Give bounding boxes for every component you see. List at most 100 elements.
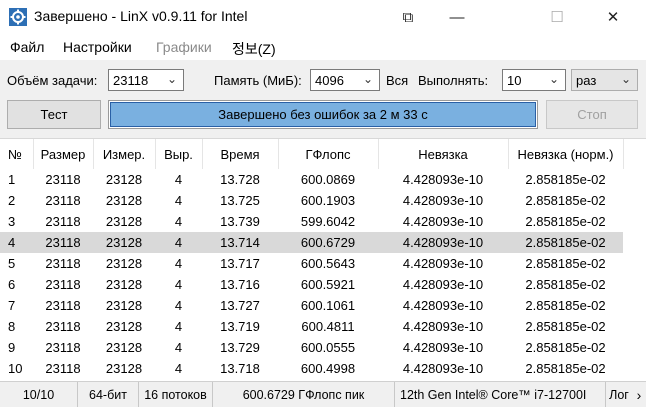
memory-label: Память (МиБ):: [214, 73, 302, 88]
col-residual-cell: 4.428093e-10: [402, 193, 484, 208]
col-residual-norm-cell: 2.858185e-02: [525, 361, 606, 376]
close-button[interactable]: ✕: [590, 0, 636, 34]
col-residual-norm-header[interactable]: Невязка (норм.): [508, 139, 624, 169]
status-runs: 10/10: [0, 382, 78, 407]
table-row[interactable]: 8 23118 23128 4 13.719 600.4811 4.428093e-10 2.…: [0, 316, 623, 337]
menu-graphs[interactable]: Графики: [156, 39, 212, 55]
col-dimension-cell: 23128: [105, 172, 143, 187]
col-gflops-cell: 599.6042: [300, 214, 356, 229]
chevron-down-icon: ⌄: [362, 72, 373, 86]
app-gear-icon: [9, 8, 27, 26]
col-gflops-cell: 600.5921: [300, 277, 356, 292]
problem-size-value: 23118: [113, 73, 149, 88]
col-time-cell: 13.728: [220, 172, 260, 187]
col-dimension-cell: 23128: [105, 298, 143, 313]
col-gflops-cell: 600.0555: [300, 340, 356, 355]
table-row[interactable]: 6 23118 23128 4 13.716 600.5921 4.428093e-10 2.…: [0, 274, 623, 295]
col-gflops-cell: 600.0869: [300, 172, 356, 187]
run-unit-value: раз: [576, 73, 597, 88]
col-alignment-cell: 4: [174, 277, 183, 292]
col-size-cell: 23118: [45, 340, 81, 355]
memory-value: 4096: [315, 73, 344, 88]
col-time-cell: 13.729: [220, 340, 260, 355]
col-alignment-cell: 4: [155, 232, 202, 253]
col-size-cell: 23118: [45, 193, 81, 208]
col-time-cell: 13.714: [202, 232, 278, 253]
col-dimension-cell: 23128: [105, 361, 143, 376]
col-alignment-cell: 4: [174, 361, 183, 376]
col-dimension-cell: 23128: [105, 256, 143, 271]
col-size-header[interactable]: Размер: [33, 139, 94, 169]
col-dimension-cell: 23128: [105, 340, 143, 355]
col-dimension-cell: 23128: [105, 319, 143, 334]
col-alignment-cell: 4: [174, 319, 183, 334]
col-residual-norm-cell: 2.858185e-02: [525, 319, 606, 334]
menu-info[interactable]: 정보(Z): [232, 39, 276, 59]
problem-size-combo[interactable]: 23118 ⌄: [108, 69, 184, 91]
status-cpu: 12th Gen Intel® Core™ i7-12700I: [395, 382, 606, 407]
menu-file[interactable]: Файл: [10, 39, 44, 55]
col-alignment-header[interactable]: Выр.: [155, 139, 203, 169]
col-size-cell: 23118: [45, 256, 81, 271]
table-row[interactable]: 2 23118 23128 4 13.725 600.1903 4.428093e-10 2.…: [0, 190, 623, 211]
table-row[interactable]: 5 23118 23128 4 13.717 600.5643 4.428093e-10 2.…: [0, 253, 623, 274]
col-residual-norm-cell: 2.858185e-02: [525, 298, 606, 313]
pin-window-icon[interactable]: ⧉: [382, 0, 434, 34]
col-number-header[interactable]: №: [0, 139, 34, 169]
col-size-cell: 23118: [45, 361, 81, 376]
menu-settings[interactable]: Настройки: [63, 39, 132, 55]
col-number-cell: 8: [8, 319, 16, 334]
col-gflops-cell: 600.6729: [278, 232, 378, 253]
chevron-down-icon: ⌄: [620, 72, 631, 86]
col-residual-norm-cell: 2.858185e-02: [525, 340, 606, 355]
table-row[interactable]: 10 23118 23128 4 13.718 600.4998 4.428093e-10 2…: [0, 358, 623, 379]
col-residual-cell: 4.428093e-10: [402, 319, 484, 334]
col-gflops-header[interactable]: ГФлопс: [278, 139, 379, 169]
chevron-down-icon: ⌄: [166, 72, 177, 86]
menu-bar: Файл Настройки Графики 정보(Z): [0, 34, 646, 60]
minimize-button[interactable]: —: [434, 0, 480, 34]
run-unit-combo[interactable]: раз ⌄: [571, 69, 638, 91]
table-row[interactable]: 7 23118 23128 4 13.727 600.1061 4.428093e-10 2.…: [0, 295, 623, 316]
col-time-cell: 13.725: [220, 193, 260, 208]
col-dimension-header[interactable]: Измер.: [93, 139, 156, 169]
stop-button[interactable]: Стоп: [546, 100, 638, 129]
col-time-cell: 13.727: [220, 298, 260, 313]
all-memory-label[interactable]: Вся: [386, 73, 408, 88]
col-residual-cell: 4.428093e-10: [402, 298, 484, 313]
col-residual-norm-cell: 2.858185e-02: [525, 193, 606, 208]
col-size-cell: 23118: [45, 319, 81, 334]
col-residual-norm-cell: 2.858185e-02: [525, 172, 606, 187]
table-row[interactable]: 1 23118 23128 4 13.728 600.0869 4.428093e-10 2.…: [0, 169, 623, 190]
status-peak: 600.6729 ГФлопс пик: [213, 382, 395, 407]
col-residual-cell: 4.428093e-10: [402, 172, 484, 187]
progress-bar: Завершено без ошибок за 2 м 33 с: [108, 100, 538, 129]
status-threads: 16 потоков: [139, 382, 213, 407]
memory-combo[interactable]: 4096 ⌄: [310, 69, 380, 91]
col-time-header[interactable]: Время: [202, 139, 279, 169]
progress-text: Завершено без ошибок за 2 м 33 с: [218, 107, 428, 122]
test-button[interactable]: Тест: [7, 100, 101, 129]
col-dimension-cell: 23128: [105, 193, 143, 208]
col-alignment-cell: 4: [174, 298, 183, 313]
col-residual-cell: 4.428093e-10: [402, 214, 484, 229]
col-gflops-cell: 600.5643: [300, 256, 356, 271]
title-bar: Завершено - LinX v0.9.11 for Intel ⧉ — ☐…: [0, 0, 646, 34]
chevron-right-icon[interactable]: ›: [632, 382, 646, 407]
col-residual-norm-cell: 2.858185e-02: [525, 256, 606, 271]
col-residual-norm-cell: 2.858185e-02: [525, 214, 606, 229]
col-dimension-cell: 23128: [105, 277, 143, 292]
status-bits: 64-бит: [78, 382, 139, 407]
col-residual-norm-cell: 2.858185e-02: [525, 277, 606, 292]
table-row[interactable]: 3 23118 23128 4 13.739 599.6042 4.428093e-10 2.…: [0, 211, 623, 232]
maximize-button[interactable]: ☐: [534, 0, 580, 34]
table-row[interactable]: 9 23118 23128 4 13.729 600.0555 4.428093e-10 2.…: [0, 337, 623, 358]
status-log[interactable]: Лог: [606, 382, 632, 407]
col-number-cell: 4: [0, 232, 33, 253]
run-count-combo[interactable]: 10 ⌄: [502, 69, 566, 91]
col-residual-header[interactable]: Невязка: [378, 139, 509, 169]
col-number-cell: 2: [8, 193, 16, 208]
col-alignment-cell: 4: [174, 172, 183, 187]
col-number-cell: 7: [8, 298, 16, 313]
table-row[interactable]: 4 23118 23128 4 13.714 600.6729 4.428093e-10 2.…: [0, 232, 623, 253]
